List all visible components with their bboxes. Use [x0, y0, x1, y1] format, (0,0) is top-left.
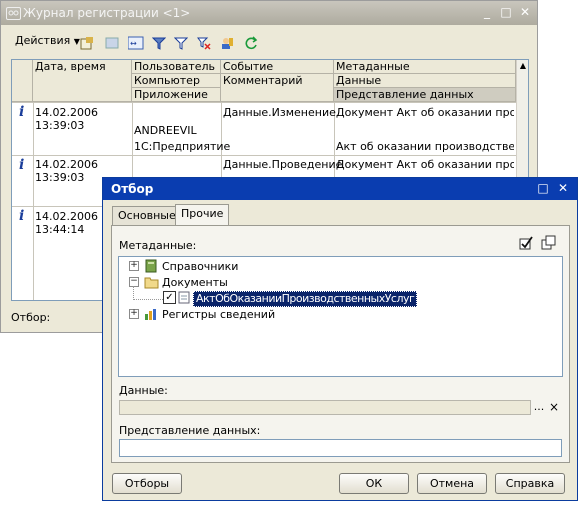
header-data[interactable]: Данные [334, 74, 516, 88]
header-comment[interactable]: Комментарий [221, 74, 334, 102]
row-time: 13:39:03 [35, 171, 85, 184]
dialog-title: Отбор [111, 182, 154, 196]
app-icon [6, 7, 21, 20]
row-time: 13:44:14 [35, 223, 85, 236]
user-icon[interactable] [220, 36, 234, 50]
filter-edit-icon[interactable] [173, 36, 189, 50]
check-all-icon[interactable] [519, 235, 533, 250]
header-icon-column [12, 60, 33, 102]
filter-icon[interactable] [151, 36, 167, 50]
data-label: Данные: [119, 384, 168, 397]
presentation-label: Представление данных: [119, 424, 261, 437]
journal-titlebar: Журнал регистрации <1> _ □ ✕ [1, 1, 537, 25]
tab-other[interactable]: Прочие [175, 204, 230, 226]
header-data-presentation[interactable]: Представление данных [334, 88, 516, 102]
clear-icon[interactable]: × [548, 400, 560, 415]
close-icon[interactable]: ✕ [517, 5, 533, 20]
info-icon: i [19, 104, 25, 120]
refresh-icon[interactable] [244, 36, 258, 50]
maximize-icon[interactable]: □ [498, 5, 514, 20]
document-icon [178, 291, 192, 305]
info-icon: i [19, 157, 25, 173]
tree-item-label: Справочники [162, 260, 239, 273]
register-icon [144, 307, 158, 321]
row-time: 13:39:03 [35, 119, 85, 132]
header-application[interactable]: Приложение [132, 88, 221, 102]
header-user[interactable]: Пользователь [132, 60, 221, 74]
header-metadata[interactable]: Метаданные [334, 60, 516, 74]
browse-button[interactable]: ... [533, 400, 545, 415]
tab-main[interactable]: Основные [112, 206, 182, 225]
help-button[interactable]: Справка [495, 473, 565, 494]
close-icon[interactable]: ✕ [555, 181, 571, 196]
dialog-titlebar: Отбор □ ✕ [103, 178, 577, 200]
metadata-label: Метаданные: [119, 239, 197, 252]
chevron-down-icon: ▼ [73, 37, 80, 46]
filter-status-label: Отбор: [11, 311, 51, 324]
svg-text:↔: ↔ [130, 39, 137, 48]
filter-clear-icon[interactable] [197, 36, 211, 50]
view-icon[interactable] [105, 36, 119, 50]
row-event: Данные.Проведение [223, 158, 343, 171]
data-field[interactable] [119, 400, 531, 415]
item-checkbox[interactable]: ✓ [163, 291, 176, 304]
row-application: 1С:Предприятие [134, 140, 231, 153]
header-datetime[interactable]: Дата, время [33, 60, 132, 102]
tree-item-label: Документы [162, 276, 228, 289]
interval-icon[interactable]: ↔ [127, 36, 144, 50]
header-computer[interactable]: Компьютер [132, 74, 221, 88]
tree-item-label: Регистры сведений [162, 308, 276, 321]
minimize-icon[interactable]: _ [479, 5, 495, 20]
row-date: 14.02.2006 [35, 210, 98, 223]
settings-icon[interactable] [80, 36, 94, 50]
filters-button[interactable]: Отборы [112, 473, 182, 494]
presentation-input[interactable] [119, 439, 562, 457]
folder-open-icon [144, 275, 159, 289]
ok-button[interactable]: ОК [339, 473, 409, 494]
expand-icon[interactable]: + [129, 309, 139, 319]
filter-dialog: Отбор □ ✕ Основные Прочие Метаданные: + … [102, 177, 578, 501]
row-computer: ANDREEVIL [134, 124, 197, 137]
tree-item-label-selected: АктОбОказанииПроизводственныхУслуг [193, 291, 418, 307]
actions-label: Действия [15, 34, 71, 47]
header-event[interactable]: Событие [221, 60, 334, 74]
actions-menu[interactable]: Действия ▼ [15, 34, 80, 51]
metadata-tree: + Справочники − Документы ✓ АктОбОказани… [118, 256, 563, 377]
scroll-up-icon[interactable]: ▲ [518, 61, 528, 71]
row-date: 14.02.2006 [35, 106, 98, 119]
maximize-icon[interactable]: □ [535, 181, 551, 196]
row-event: Данные.Изменение [223, 106, 336, 119]
info-icon: i [19, 208, 25, 224]
uncheck-all-icon[interactable] [541, 235, 556, 250]
row-data-presentation: Акт об оказании производствен... [336, 140, 514, 153]
row-metadata: Документ Акт об оказании прои... [336, 106, 514, 119]
catalog-icon [144, 259, 158, 273]
row-metadata: Документ Акт об оказании прои... [336, 158, 514, 171]
expand-icon[interactable]: + [129, 261, 139, 271]
cancel-button[interactable]: Отмена [417, 473, 487, 494]
row-date: 14.02.2006 [35, 158, 98, 171]
journal-title: Журнал регистрации <1> [23, 6, 191, 20]
